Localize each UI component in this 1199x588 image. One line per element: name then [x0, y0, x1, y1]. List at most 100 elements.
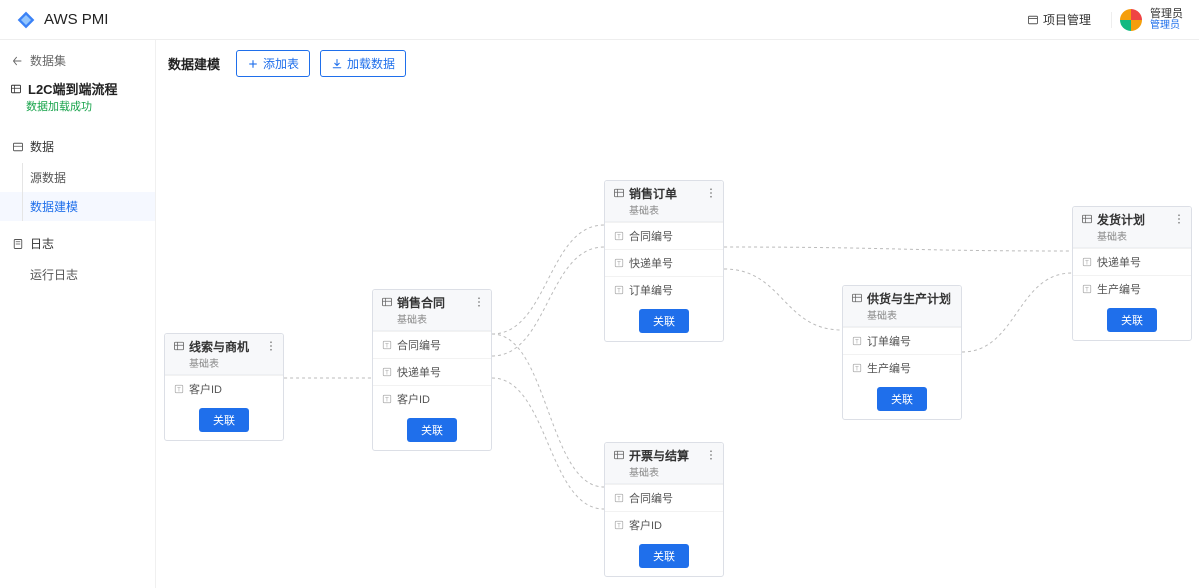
field-icon: T: [173, 383, 185, 395]
relate-button[interactable]: 关联: [639, 309, 689, 333]
add-table-button[interactable]: 添加表: [236, 50, 310, 77]
svg-text:T: T: [385, 398, 389, 404]
field-icon: T: [1081, 256, 1093, 268]
node-subtitle: 基础表: [1097, 228, 1145, 243]
svg-text:T: T: [617, 289, 621, 295]
table-node[interactable]: 线索与商机 基础表 T 客户ID 关联: [164, 333, 284, 441]
field-label: 客户ID: [397, 391, 430, 407]
node-field-row[interactable]: T 客户ID: [373, 385, 491, 412]
field-icon: T: [851, 362, 863, 374]
node-title: 销售合同: [397, 296, 445, 310]
node-menu-icon[interactable]: [705, 187, 717, 202]
avatar: [1120, 9, 1142, 31]
field-icon: T: [613, 492, 625, 504]
field-label: 客户ID: [629, 517, 662, 533]
node-title: 线索与商机: [189, 340, 249, 354]
node-subtitle: 基础表: [629, 202, 677, 217]
nav-source-data[interactable]: 源数据: [0, 163, 155, 192]
svg-text:T: T: [177, 388, 181, 394]
node-header[interactable]: 销售合同 基础表: [373, 290, 491, 331]
node-header[interactable]: 供货与生产计划 基础表: [843, 286, 961, 327]
project-mgmt-link[interactable]: 项目管理: [1027, 11, 1091, 28]
node-header[interactable]: 销售订单 基础表: [605, 181, 723, 222]
field-icon: T: [613, 230, 625, 242]
plus-icon: [247, 58, 259, 70]
window-icon: [1027, 14, 1039, 26]
node-field-row[interactable]: T生产编号: [1073, 275, 1191, 302]
svg-text:T: T: [617, 497, 621, 503]
node-header[interactable]: 发货计划 基础表: [1073, 207, 1191, 248]
field-label: 合同编号: [397, 337, 441, 353]
node-footer: 关联: [605, 538, 723, 576]
field-label: 订单编号: [629, 282, 673, 298]
svg-text:T: T: [855, 367, 859, 373]
node-menu-icon[interactable]: [1173, 213, 1185, 228]
main-area: 数据建模 添加表 加载数据 线索与商机 基础表 T 客户ID 关联 销售合同 基础表…: [156, 40, 1199, 588]
nav-data-model[interactable]: 数据建模: [0, 192, 155, 221]
table-icon: [613, 449, 625, 461]
node-menu-icon[interactable]: [705, 449, 717, 464]
relation-edge: [724, 247, 1072, 251]
table-icon: [381, 296, 393, 308]
toolbar-title: 数据建模: [168, 54, 220, 73]
node-field-row[interactable]: T 客户ID: [165, 375, 283, 402]
load-data-label: 加载数据: [347, 55, 395, 72]
node-field-row[interactable]: T 订单编号: [605, 276, 723, 303]
node-menu-icon[interactable]: [943, 292, 955, 307]
field-icon: T: [381, 393, 393, 405]
relate-button[interactable]: 关联: [1107, 308, 1157, 332]
node-field-row[interactable]: T 生产编号: [843, 354, 961, 381]
load-data-button[interactable]: 加载数据: [320, 50, 406, 77]
nav-run-log[interactable]: 运行日志: [0, 260, 155, 289]
data-icon: [12, 141, 24, 153]
table-icon: [1081, 213, 1093, 225]
node-title: 发货计划: [1097, 213, 1145, 227]
user-menu[interactable]: 管理员 管理员: [1120, 8, 1183, 31]
model-canvas[interactable]: 线索与商机 基础表 T 客户ID 关联 销售合同 基础表 T 合同编号 T 快递单号 T 客户…: [156, 80, 1199, 588]
node-header[interactable]: 线索与商机 基础表: [165, 334, 283, 375]
node-field-row[interactable]: T订单编号: [843, 327, 961, 354]
node-field-row[interactable]: T快递单号: [373, 358, 491, 385]
field-label: 快递单号: [629, 255, 673, 271]
field-label: 客户ID: [189, 381, 222, 397]
table-node[interactable]: 供货与生产计划 基础表 T订单编号 T 生产编号关联: [842, 285, 962, 420]
section-data: 数据: [0, 130, 155, 163]
field-icon: T: [1081, 283, 1093, 295]
node-header[interactable]: 开票与结算 基础表: [605, 443, 723, 484]
table-node[interactable]: 销售合同 基础表 T合同编号T快递单号 T 客户ID 关联: [372, 289, 492, 451]
field-icon: T: [613, 519, 625, 531]
node-menu-icon[interactable]: [265, 340, 277, 355]
brand-text: AWS PMI: [44, 11, 108, 28]
field-label: 快递单号: [397, 364, 441, 380]
node-field-row[interactable]: T 客户ID: [605, 511, 723, 538]
relate-button[interactable]: 关联: [407, 418, 457, 442]
node-field-row[interactable]: T合同编号: [605, 484, 723, 511]
svg-text:T: T: [617, 262, 621, 268]
relate-button[interactable]: 关联: [639, 544, 689, 568]
table-node[interactable]: 开票与结算 基础表 T合同编号T客户ID关联: [604, 442, 724, 577]
node-field-row[interactable]: T合同编号: [373, 331, 491, 358]
node-field-row[interactable]: T 快递单号: [605, 249, 723, 276]
relation-edge: [492, 378, 604, 509]
add-table-label: 添加表: [263, 55, 299, 72]
table-icon: [613, 187, 625, 199]
relate-button[interactable]: 关联: [199, 408, 249, 432]
field-label: 合同编号: [629, 228, 673, 244]
relation-edge: [724, 269, 842, 330]
node-field-row[interactable]: T快递单号: [1073, 248, 1191, 275]
field-label: 生产编号: [867, 360, 911, 376]
table-node[interactable]: 发货计划 基础表 T快递单号T生产编号关联: [1072, 206, 1192, 341]
node-field-row[interactable]: T 合同编号: [605, 222, 723, 249]
node-subtitle: 基础表: [629, 464, 689, 479]
relation-edge: [492, 247, 604, 356]
table-node[interactable]: 销售订单 基础表 T 合同编号 T 快递单号 T 订单编号关联: [604, 180, 724, 342]
node-title: 供货与生产计划: [867, 292, 951, 306]
relate-button[interactable]: 关联: [877, 387, 927, 411]
node-footer: 关联: [843, 381, 961, 419]
node-menu-icon[interactable]: [473, 296, 485, 311]
project-name: L2C端到端流程: [28, 79, 118, 98]
back-link[interactable]: 数据集: [0, 48, 155, 73]
app-logo-icon: [16, 10, 36, 30]
svg-text:T: T: [1085, 261, 1089, 267]
svg-text:T: T: [617, 524, 621, 530]
